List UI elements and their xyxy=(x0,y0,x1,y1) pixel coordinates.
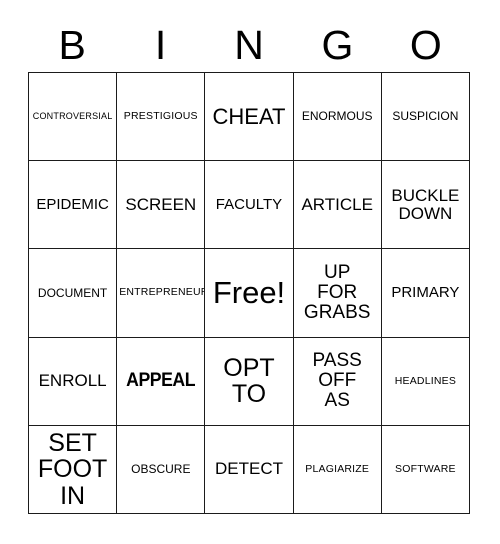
bingo-cell-label: Free! xyxy=(212,274,286,310)
bingo-cell[interactable]: BUCKLE DOWN xyxy=(381,161,470,250)
bingo-free-cell[interactable]: Free! xyxy=(205,249,294,338)
bingo-cell-label: FACULTY xyxy=(215,195,283,213)
bingo-cell-label: PASS OFF AS xyxy=(312,350,362,412)
header-letter-i: I xyxy=(154,21,167,68)
bingo-cell[interactable]: SCREEN xyxy=(117,161,206,250)
bingo-cell[interactable]: PRESTIGIOUS xyxy=(117,73,206,162)
bingo-cell[interactable]: UP FOR GRABS xyxy=(293,249,382,338)
bingo-cell[interactable]: HEADLINES xyxy=(381,337,470,426)
bingo-cell-label: SCREEN xyxy=(125,194,197,214)
bingo-cell[interactable]: SET FOOT IN xyxy=(29,425,118,514)
bingo-cell-label: SUSPICION xyxy=(392,109,459,124)
bingo-cell[interactable]: CONTROVERSIAL xyxy=(29,73,118,162)
bingo-grid: CONTROVERSIAL PRESTIGIOUS CHEAT ENORMOUS SUS… xyxy=(28,72,470,514)
bingo-cell-label: CHEAT xyxy=(212,103,286,129)
bingo-cell[interactable]: ENORMOUS xyxy=(293,73,382,162)
bingo-cell-label: APPEAL xyxy=(126,370,196,392)
bingo-cell[interactable]: DOCUMENT xyxy=(29,249,118,338)
bingo-cell-label: HEADLINES xyxy=(394,374,457,387)
bingo-cell-label: DETECT xyxy=(214,459,283,479)
bingo-cell-label: UP FOR GRABS xyxy=(303,261,371,324)
bingo-cell[interactable]: DETECT xyxy=(205,425,294,514)
bingo-cell[interactable]: OBSCURE xyxy=(117,425,206,514)
bingo-cell-label: ENTREPRENEUR xyxy=(119,286,206,299)
bingo-card: B I N G O CONTROVERSIAL PRESTIGIOUS CHEAT E… xyxy=(0,0,500,544)
bingo-cell-label: PLAGIARIZE xyxy=(305,462,370,475)
bingo-cell-label: BUCKLE DOWN xyxy=(391,185,460,223)
bingo-cell-label: ARTICLE xyxy=(301,194,373,214)
bingo-cell[interactable]: ENTREPRENEUR xyxy=(117,249,206,338)
bingo-cell[interactable]: PLAGIARIZE xyxy=(293,425,382,514)
bingo-cell-label: OBSCURE xyxy=(131,462,191,477)
bingo-cell-label: ENORMOUS xyxy=(301,109,373,124)
bingo-cell-label: PRIMARY xyxy=(391,284,460,302)
bingo-cell-label: DOCUMENT xyxy=(37,285,108,300)
bingo-cell-label: EPIDEMIC xyxy=(36,195,109,213)
bingo-cell-label: CONTROVERSIAL xyxy=(32,110,113,121)
bingo-cell[interactable]: SUSPICION xyxy=(381,73,470,162)
bingo-cell[interactable]: PRIMARY xyxy=(381,249,470,338)
bingo-cell[interactable]: OPT TO xyxy=(205,337,294,426)
header-letter-n: N xyxy=(234,21,264,68)
bingo-cell[interactable]: APPEAL xyxy=(117,337,206,426)
bingo-cell[interactable]: ENROLL xyxy=(29,337,118,426)
bingo-cell[interactable]: ARTICLE xyxy=(293,161,382,250)
bingo-cell[interactable]: PASS OFF AS xyxy=(293,337,382,426)
bingo-cell[interactable]: EPIDEMIC xyxy=(29,161,118,250)
bingo-cell-label: ENROLL xyxy=(38,371,107,391)
header-letter-g: G xyxy=(321,21,354,68)
bingo-cell[interactable]: SOFTWARE xyxy=(381,425,470,514)
bingo-cell-label: PRESTIGIOUS xyxy=(123,110,198,123)
bingo-cell-label: SOFTWARE xyxy=(395,462,456,475)
bingo-cell-label: OPT TO xyxy=(223,353,275,409)
header-letter-b: B xyxy=(58,21,86,68)
bingo-cell[interactable]: CHEAT xyxy=(205,73,294,162)
bingo-header: B I N G O xyxy=(28,18,470,72)
bingo-cell-label: SET FOOT IN xyxy=(37,428,108,510)
bingo-cell[interactable]: FACULTY xyxy=(205,161,294,250)
header-letter-o: O xyxy=(409,21,442,68)
